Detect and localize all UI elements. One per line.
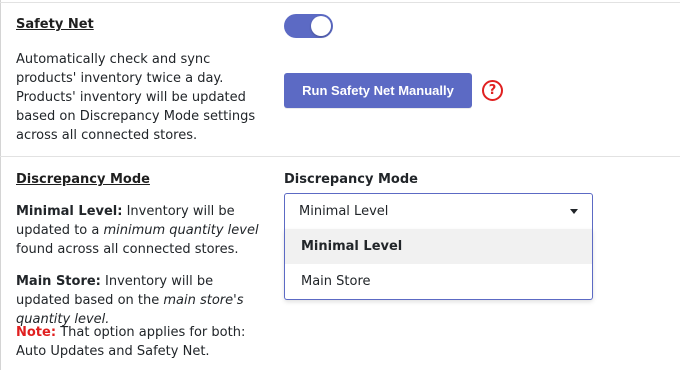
option-main-store[interactable]: Main Store <box>285 264 592 299</box>
minimal-level-emphasis: minimum quantity level <box>103 223 259 238</box>
toggle-knob <box>311 16 331 36</box>
main-store-description: Main Store: Inventory will be updated ba… <box>16 272 268 329</box>
safety-net-title: Safety Net <box>16 17 94 32</box>
run-safety-net-button[interactable]: Run Safety Net Manually <box>284 73 472 108</box>
note-label: Note: <box>16 325 57 340</box>
main-store-label: Main Store: <box>16 274 101 289</box>
panel-top-border <box>0 2 680 3</box>
safety-net-toggle[interactable] <box>284 14 333 38</box>
discrepancy-mode-select[interactable]: Minimal Level <box>284 193 593 230</box>
option-minimal-level[interactable]: Minimal Level <box>285 229 592 264</box>
minimal-level-text-2: found across all connected stores. <box>16 242 239 257</box>
settings-panel: Safety Net Automatically check and sync … <box>0 0 680 370</box>
note-text-block: Note: That option applies for both: Auto… <box>16 323 268 361</box>
panel-left-border <box>0 0 1 370</box>
minimal-level-description: Minimal Level: Inventory will be updated… <box>16 202 268 259</box>
safety-net-description: Automatically check and sync products' i… <box>16 52 256 143</box>
discrepancy-mode-title: Discrepancy Mode <box>16 172 150 187</box>
chevron-down-icon[interactable] <box>570 209 578 214</box>
discrepancy-mode-field-label: Discrepancy Mode <box>284 172 418 187</box>
question-circle-icon[interactable]: ? <box>482 80 503 101</box>
minimal-level-label: Minimal Level: <box>16 204 123 219</box>
select-value: Minimal Level <box>299 204 389 219</box>
discrepancy-mode-dropdown: Minimal Level Main Store <box>284 229 593 300</box>
section-divider <box>0 156 680 157</box>
